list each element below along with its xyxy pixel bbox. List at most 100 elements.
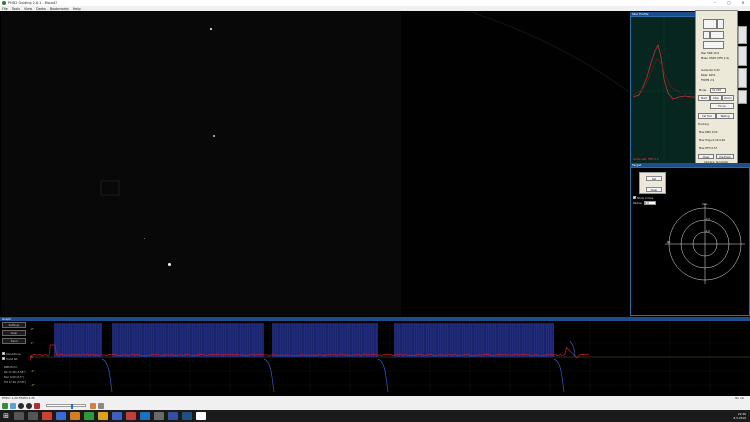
usb-icon[interactable] <box>2 402 8 409</box>
start-button[interactable]: Start <box>698 95 710 101</box>
brain-button[interactable] <box>703 41 724 49</box>
star-snr-text: Star SNR 16.9 <box>701 52 720 55</box>
app-icon[interactable] <box>42 412 52 420</box>
guide-icon[interactable] <box>18 402 24 409</box>
menu-bar: File Tools View Darks Bookmarks Help <box>0 6 750 11</box>
app-icon[interactable] <box>56 412 66 420</box>
rms-ra-text: RA 17.46 (3.58") <box>4 371 26 374</box>
control-panel: Star SNR 16.9 Mass: 6508 (HFD 2.4) Guide… <box>695 10 738 166</box>
rms-dec-text: Dec 0.00 (0.5") <box>4 376 24 379</box>
tab-algorithms[interactable] <box>738 68 747 88</box>
main-toolbar <box>0 401 750 410</box>
phd2-taskbar-icon[interactable] <box>84 412 94 420</box>
target-west-label: RA <box>667 240 671 244</box>
guide-camera-image[interactable] <box>1 12 629 316</box>
zoom-button[interactable]: Zoom <box>722 95 734 101</box>
stop-icon[interactable] <box>26 402 32 409</box>
correction-block <box>112 323 264 357</box>
loop-button[interactable] <box>703 19 717 29</box>
correction-block <box>394 323 554 357</box>
menu-bookmarks[interactable]: Bookmarks <box>50 7 69 11</box>
stop-button[interactable] <box>703 31 710 39</box>
app-icon[interactable] <box>196 412 206 420</box>
correction-block <box>54 323 102 357</box>
cog-icon[interactable] <box>98 402 104 409</box>
dec-error-trace <box>569 340 576 358</box>
gradient-streak <box>470 12 629 93</box>
menu-view[interactable]: View <box>24 7 32 11</box>
star-profile-graph <box>631 17 695 163</box>
y-tick-label: -2" <box>31 383 35 387</box>
guide-ra-text: Guide RA 0.43 <box>701 69 720 72</box>
y-tick-label: 1" <box>31 341 34 345</box>
gamma-slider[interactable] <box>46 404 86 409</box>
tab-mount[interactable] <box>738 46 747 66</box>
dec-error-trace <box>377 358 389 392</box>
focus-button[interactable]: Focus <box>710 103 734 109</box>
mode-field[interactable]: 31,038 <box>710 88 726 93</box>
gamma-slider-thumb[interactable] <box>71 404 73 409</box>
corrections-label: Corrections <box>6 353 21 356</box>
app-icon[interactable] <box>168 412 178 420</box>
rms-error-label: RMS Error: <box>4 366 18 369</box>
trend-ra-label: Trend RA <box>6 358 18 361</box>
task-view-icon[interactable] <box>28 412 38 420</box>
pre-track-button[interactable]: Pre-Track <box>716 154 734 159</box>
menu-file[interactable]: File <box>2 7 8 11</box>
tab-camera[interactable] <box>738 26 747 44</box>
app-icon[interactable] <box>182 412 192 420</box>
phd2-app-icon <box>2 1 6 5</box>
corrections-checkbox-row[interactable]: Corrections <box>2 352 21 356</box>
app-icon[interactable] <box>154 412 164 420</box>
app-icon[interactable] <box>70 412 80 420</box>
app-icon[interactable] <box>140 412 150 420</box>
cal-tool-button[interactable]: Cal Tool <box>698 113 716 119</box>
app-icon[interactable] <box>126 412 136 420</box>
corrections-checkbox[interactable] <box>2 352 5 355</box>
start-button[interactable]: ⊞ <box>0 410 12 422</box>
menu-tools[interactable]: Tools <box>12 7 20 11</box>
graph-trend-button[interactable]: Trend <box>2 338 26 344</box>
system-tray-clock[interactable]: 22:46 8.5.2016 <box>734 410 746 422</box>
exposure-icon[interactable] <box>34 402 40 409</box>
mode-label: Mode <box>699 89 707 92</box>
guide-graph-panel: Settings Clear Trend Corrections Trend R… <box>0 321 750 396</box>
max-rms-text: Max RMS 0.52 <box>699 131 718 134</box>
trend-ra-checkbox[interactable] <box>2 357 5 360</box>
tab-other[interactable] <box>738 90 747 104</box>
target-panel: Set Clear Show circles Radius 2.0 Dec RA … <box>630 167 750 316</box>
folder-icon[interactable] <box>98 412 108 420</box>
peak-text: Peak: 6451 <box>701 74 716 77</box>
testing-button[interactable]: Testing <box>716 113 734 119</box>
menu-help[interactable]: Help <box>73 7 81 11</box>
dec-error-trace <box>553 358 565 392</box>
exposure-button[interactable] <box>710 31 724 39</box>
app-icon[interactable] <box>112 412 122 420</box>
target-outer-label: 2.0 <box>706 218 710 221</box>
selection-box <box>100 180 120 196</box>
search-icon[interactable] <box>14 412 24 420</box>
trend-ra-checkbox-row[interactable]: Trend RA <box>2 357 17 361</box>
guide-button[interactable] <box>717 19 724 29</box>
target-north-label: Dec <box>702 202 708 206</box>
windows-taskbar: ⊞ 22:46 8.5.2016 <box>0 410 750 422</box>
window-title: PHD2 Guiding 2.6.1 - Mount? <box>8 1 58 5</box>
tracking-label: Tracking <box>698 123 709 126</box>
menu-darks[interactable]: Darks <box>36 7 46 11</box>
graph-settings-button[interactable]: Settings <box>2 322 26 328</box>
y-tick-label: -1" <box>31 369 35 373</box>
loop-icon[interactable] <box>10 402 16 409</box>
stop-guiding-button[interactable]: Stop <box>710 95 722 101</box>
correction-block <box>272 323 378 357</box>
max-hfd-text: Max HFD 0.57 <box>699 147 718 150</box>
guide-history-graph[interactable]: 2" 1" 0 -1" -2" <box>30 321 750 392</box>
clock-date: 8.5.2016 <box>733 416 746 420</box>
clear-button[interactable]: Clear <box>698 154 714 159</box>
fwhm-text: FWHM 2.9 <box>701 79 715 82</box>
side-tab-strip <box>738 10 747 110</box>
brain-icon[interactable] <box>90 402 96 409</box>
graph-clear-button[interactable]: Clear <box>2 330 26 336</box>
star-mass-text: Mass: 6508 (HFD 2.4) <box>701 57 730 60</box>
y-tick-label: 2" <box>31 327 34 331</box>
target-inner-label: 1.0 <box>706 230 710 233</box>
